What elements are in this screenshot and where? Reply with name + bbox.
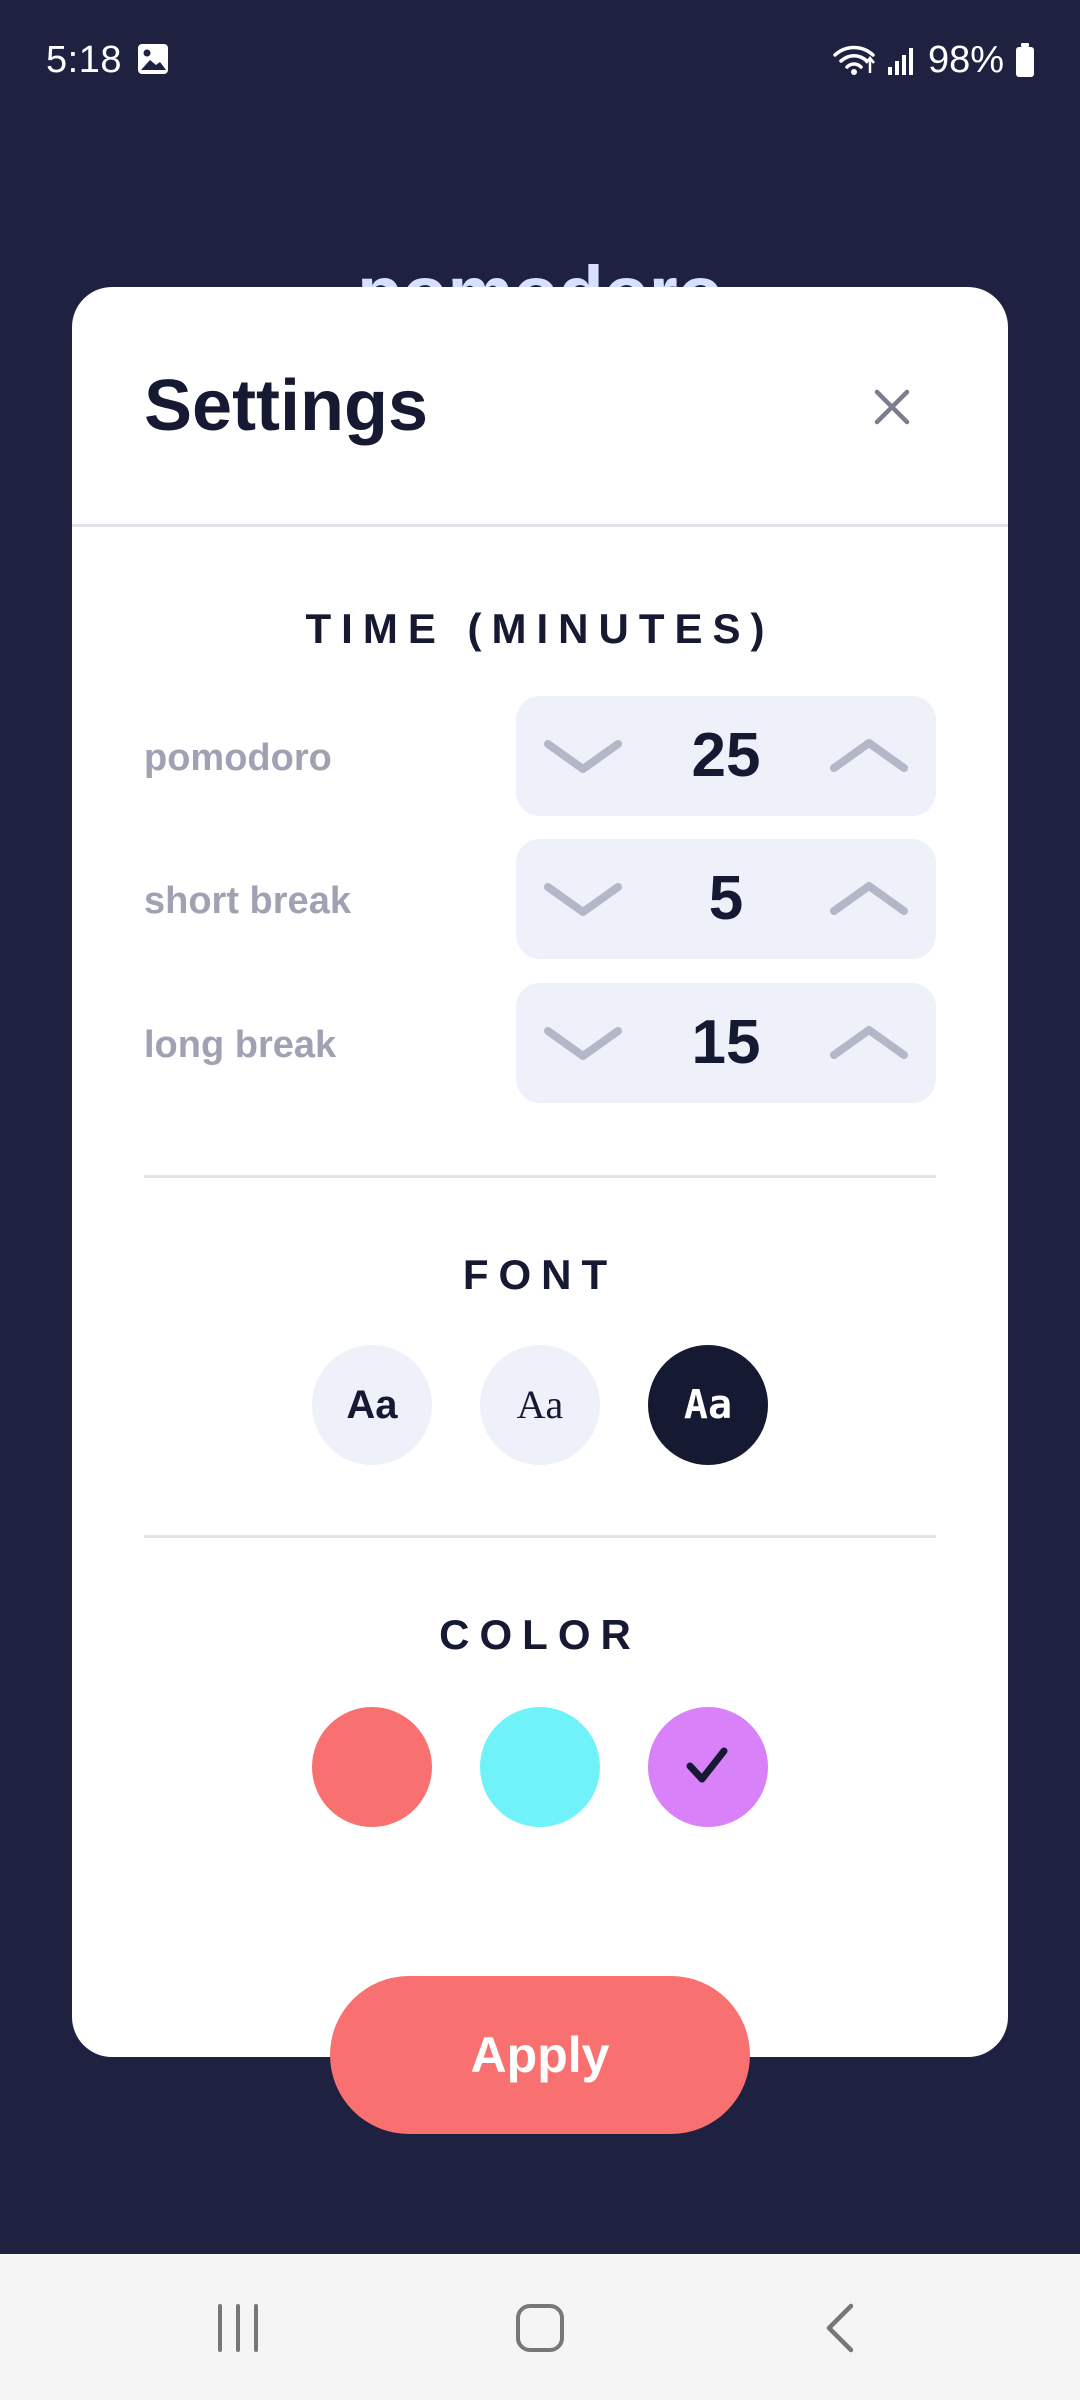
recent-apps-icon (218, 2304, 258, 2352)
settings-header: Settings (72, 287, 1008, 527)
recent-apps-button[interactable] (203, 2298, 273, 2358)
wifi-icon (833, 45, 875, 75)
font-section-heading: FONT (462, 1251, 618, 1298)
color-section-heading: COLOR (439, 1611, 641, 1658)
font-option-mono-selected[interactable]: Aa (648, 1345, 768, 1465)
time-font-divider (144, 1175, 936, 1178)
status-time: 5:18 (46, 39, 122, 81)
font-options: Aa Aa Aa (72, 1345, 1008, 1465)
pomodoro-setting-row: pomodoro 25 (144, 696, 936, 816)
font-option-serif[interactable]: Aa (480, 1345, 600, 1465)
short-break-label: short break (144, 880, 351, 922)
color-option-purple-selected[interactable] (648, 1707, 768, 1827)
long-break-label: long break (144, 1024, 337, 1066)
font-option-sans[interactable]: Aa (312, 1345, 432, 1465)
time-section-heading: TIME (MINUTES) (305, 605, 775, 652)
checkmark-icon (686, 1747, 728, 1783)
color-option-cyan[interactable] (480, 1707, 600, 1827)
short-break-setting-row: short break 5 (144, 839, 936, 959)
short-break-increment-button[interactable] (826, 863, 912, 935)
status-icons: 98% (832, 36, 1036, 84)
chevron-up-icon (830, 882, 908, 915)
back-icon (826, 2303, 854, 2353)
pomodoro-increment-button[interactable] (826, 720, 912, 792)
chevron-up-icon (830, 1026, 908, 1059)
battery-percentage: 98% (927, 39, 1004, 81)
color-option-red[interactable] (312, 1707, 432, 1827)
signal-icon (887, 48, 913, 75)
close-button[interactable] (864, 379, 920, 435)
font-color-divider (144, 1535, 936, 1538)
pomodoro-label: pomodoro (144, 737, 332, 779)
chevron-up-icon (830, 739, 908, 772)
long-break-stepper: 15 (516, 983, 936, 1103)
settings-title: Settings (144, 366, 429, 446)
short-break-stepper: 5 (516, 839, 936, 959)
battery-icon (1016, 43, 1034, 77)
apply-button[interactable]: Apply (330, 1976, 750, 2134)
status-bar: 5:18 98% (0, 0, 1080, 120)
color-options (72, 1707, 1008, 1827)
android-navigation-bar (0, 2254, 1080, 2400)
long-break-increment-button[interactable] (826, 1007, 912, 1079)
close-icon (874, 389, 910, 425)
back-button[interactable] (808, 2298, 878, 2358)
pomodoro-stepper: 25 (516, 696, 936, 816)
home-button[interactable] (505, 2298, 575, 2358)
home-icon (516, 2304, 564, 2352)
settings-modal: Settings TIME (MINUTES) pomodoro 25 shor (72, 287, 1008, 2057)
long-break-setting-row: long break 15 (144, 983, 936, 1103)
gallery-icon (138, 44, 168, 74)
